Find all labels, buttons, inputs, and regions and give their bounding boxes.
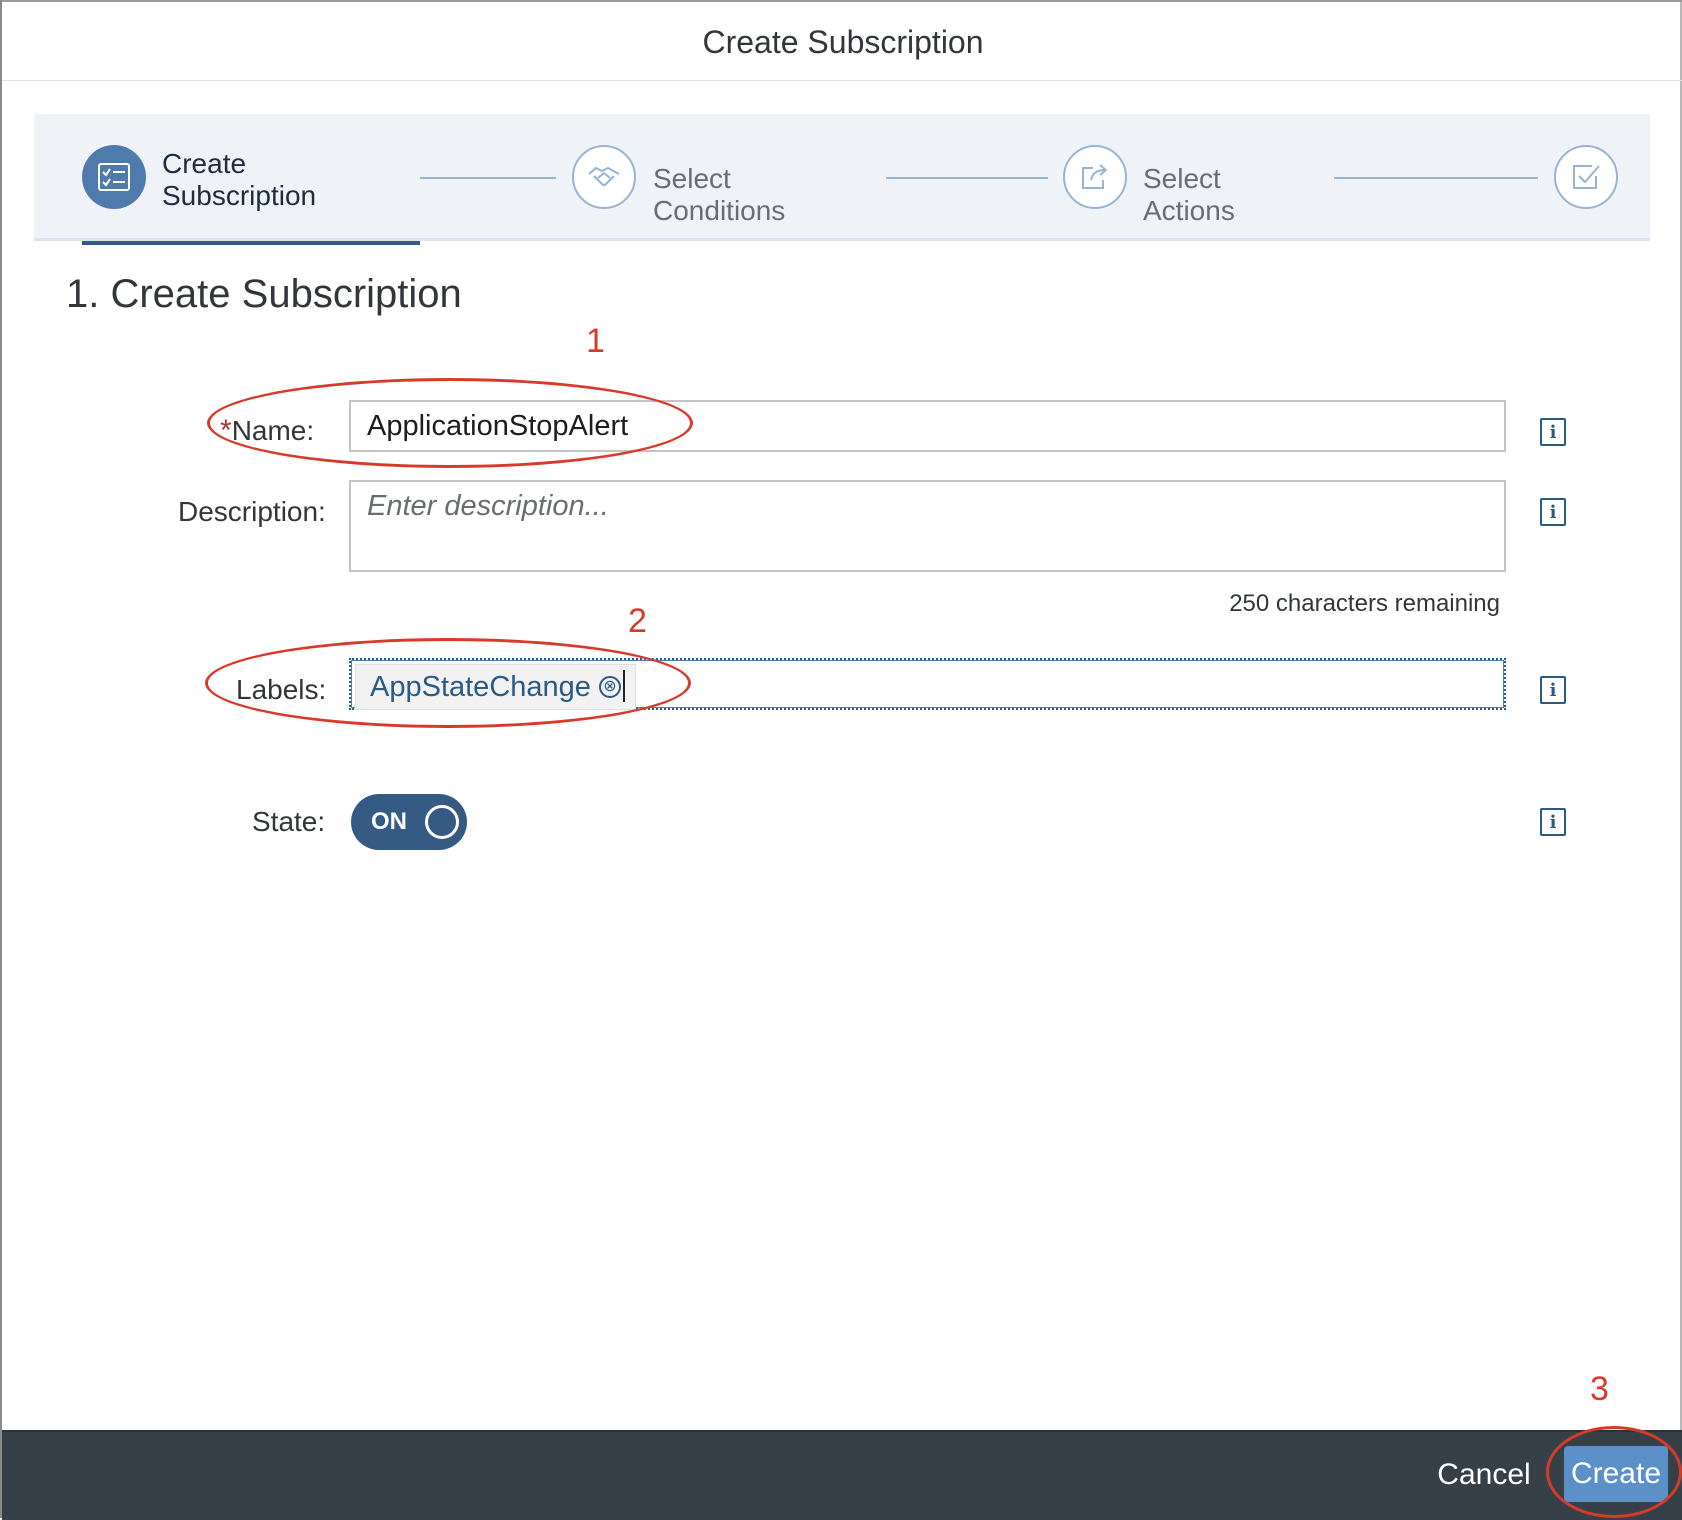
wizard-step-1-label-line-2: Subscription [162,180,317,211]
info-glyph: i [1549,679,1557,701]
annotation-number-2: 2 [628,602,647,640]
checkbox-icon [1573,165,1600,189]
info-glyph: i [1549,501,1557,523]
toggle-knob [425,805,459,839]
description-placeholder: Enter description... [367,490,609,522]
dialog-title: Create Subscription [702,24,984,60]
annotation-ellipse-name [207,378,693,468]
wizard-step-2-label: Select Conditions [653,163,786,226]
annotation-number-3: 3 [1590,1370,1609,1408]
description-label: Description: [178,496,326,527]
wizard-step-3-label: Select Actions [1143,163,1235,226]
state-label: State: [252,806,326,837]
character-counter: 250 characters remaining [1229,590,1500,617]
wizard-step-2[interactable] [572,145,636,209]
toggle-on-text: ON [371,808,407,835]
annotation-ellipse-create [1546,1426,1682,1518]
wizard-connector [1334,177,1538,179]
wizard-step-3[interactable] [1063,145,1127,209]
wizard-step-4[interactable] [1554,145,1618,209]
create-subscription-dialog: Create Subscription Create Subscription [0,0,1682,1520]
wizard-connector [420,177,556,179]
wizard-step-1-label: Create Subscription [162,148,316,212]
name-info-icon[interactable]: i [1540,418,1566,446]
cancel-button[interactable]: Cancel [1424,1450,1544,1500]
checklist-icon [98,163,130,191]
state-toggle-switch[interactable]: ON [351,794,467,850]
section-title: 1. Create Subscription [66,272,462,316]
wizard-connector [886,177,1048,179]
share-icon [1082,164,1108,189]
wizard-active-indicator [82,241,420,245]
info-glyph: i [1549,811,1557,833]
state-info-icon[interactable]: i [1540,808,1566,836]
description-textarea[interactable]: Enter description... [349,480,1506,572]
annotation-ellipse-labels [205,638,691,728]
labels-info-icon[interactable]: i [1540,676,1566,704]
info-glyph: i [1549,421,1557,443]
wizard-step-1[interactable] [82,145,146,209]
dialog-header: Create Subscription [2,2,1682,81]
description-info-icon[interactable]: i [1540,498,1566,526]
wizard-step-1-label-line-1: Create [162,148,247,179]
annotation-number-1: 1 [586,322,605,360]
handshake-icon [588,166,620,186]
